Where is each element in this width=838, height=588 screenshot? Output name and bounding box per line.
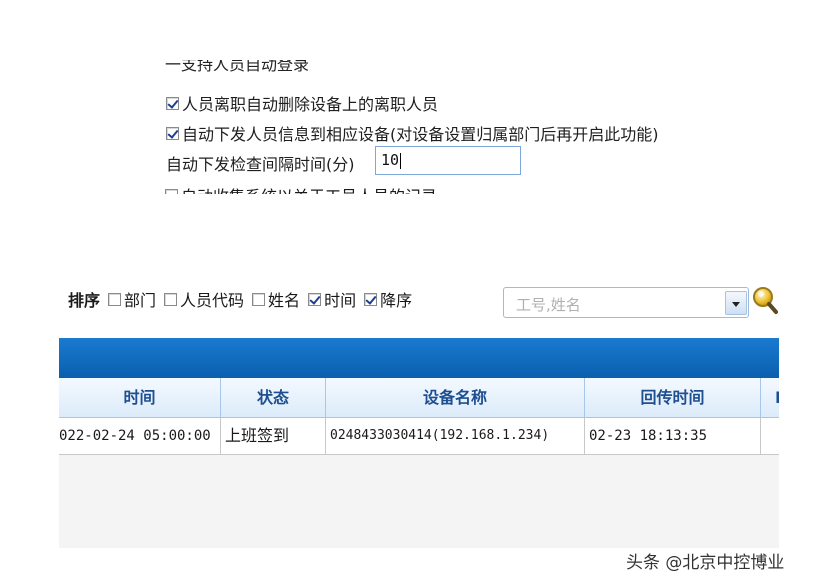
option-auto-push-personnel[interactable]: 自动下发人员信息到相应设备(对设备设置归属部门后再开启此功能) bbox=[166, 121, 659, 145]
grid-title-bar bbox=[59, 338, 779, 378]
auto-push-checkbox[interactable] bbox=[166, 126, 179, 140]
sort-person-code-label: 人员代码 bbox=[180, 291, 245, 310]
sort-option-person-code[interactable]: 人员代码 bbox=[164, 287, 244, 311]
column-header-status[interactable]: 状态 bbox=[221, 378, 326, 417]
magnifier-icon[interactable] bbox=[751, 284, 779, 316]
interval-input[interactable]: 10 bbox=[375, 146, 521, 175]
sort-name-label: 姓名 bbox=[268, 291, 301, 310]
cell-upload-time: 02-23 18:13:35 bbox=[585, 418, 761, 454]
auto-collect-label: 自动收集系统以关于工号人员的记录 bbox=[181, 183, 437, 194]
cell-time: 022-02-24 05:00:00 bbox=[59, 418, 221, 454]
grid-header-row: 时间 状态 设备名称 回传时间 I bbox=[59, 378, 779, 418]
settings-cut-off-top-line: 一支持人员自动登录 bbox=[165, 60, 525, 76]
sort-option-time[interactable]: 时间 bbox=[308, 287, 356, 311]
cell-cut-off bbox=[761, 418, 779, 454]
table-row[interactable]: 022-02-24 05:00:00 上班签到 0248433030414(19… bbox=[59, 418, 779, 455]
sort-descending-checkbox[interactable] bbox=[364, 292, 378, 306]
sort-department-checkbox[interactable] bbox=[108, 292, 122, 306]
column-header-cut-off[interactable]: I bbox=[761, 378, 779, 417]
sort-option-name[interactable]: 姓名 bbox=[252, 287, 300, 311]
interval-label: 自动下发检查间隔时间(分) bbox=[166, 151, 355, 175]
auto-delete-checkbox[interactable] bbox=[166, 96, 179, 110]
interval-label-text: 自动下发检查间隔时间(分) bbox=[166, 155, 355, 174]
chevron-down-icon[interactable] bbox=[725, 291, 747, 315]
auto-delete-label: 人员离职自动删除设备上的离职人员 bbox=[182, 95, 439, 114]
settings-cut-off-bottom-line: 自动收集系统以关于工号人员的记录 bbox=[165, 183, 525, 194]
records-grid: 时间 状态 设备名称 回传时间 I 022-02-24 05:00:00 上班签… bbox=[59, 378, 779, 548]
text-caret bbox=[400, 152, 402, 169]
sort-toolbar: 排序 部门 人员代码 姓名 时间 降序 bbox=[68, 287, 420, 311]
option-auto-delete-resigned[interactable]: 人员离职自动删除设备上的离职人员 bbox=[166, 91, 438, 115]
watermark-text: 头条 @北京中控博业 bbox=[626, 553, 785, 573]
sort-option-department[interactable]: 部门 bbox=[108, 287, 156, 311]
column-header-upload-time[interactable]: 回传时间 bbox=[585, 378, 761, 417]
cell-device-name: 0248433030414(192.168.1.234) bbox=[326, 418, 585, 454]
sort-person-code-checkbox[interactable] bbox=[164, 292, 178, 306]
settings-cut-off-top-text: 一支持人员自动登录 bbox=[165, 60, 310, 74]
sort-option-descending[interactable]: 降序 bbox=[364, 287, 412, 311]
search-combobox[interactable]: 工号,姓名 bbox=[503, 287, 749, 318]
sort-descending-label: 降序 bbox=[380, 291, 413, 310]
auto-push-label: 自动下发人员信息到相应设备(对设备设置归属部门后再开启此功能) bbox=[182, 125, 659, 144]
sort-name-checkbox[interactable] bbox=[252, 292, 266, 306]
cell-status: 上班签到 bbox=[221, 418, 326, 454]
column-header-device-name[interactable]: 设备名称 bbox=[326, 378, 585, 417]
sort-department-label: 部门 bbox=[124, 291, 157, 310]
auto-collect-checkbox[interactable] bbox=[165, 189, 178, 194]
column-header-time[interactable]: 时间 bbox=[59, 378, 221, 417]
search-placeholder: 工号,姓名 bbox=[516, 296, 581, 314]
sort-time-label: 时间 bbox=[324, 291, 357, 310]
interval-value: 10 bbox=[381, 151, 400, 169]
sort-label: 排序 bbox=[68, 291, 101, 310]
sort-time-checkbox[interactable] bbox=[308, 292, 322, 306]
